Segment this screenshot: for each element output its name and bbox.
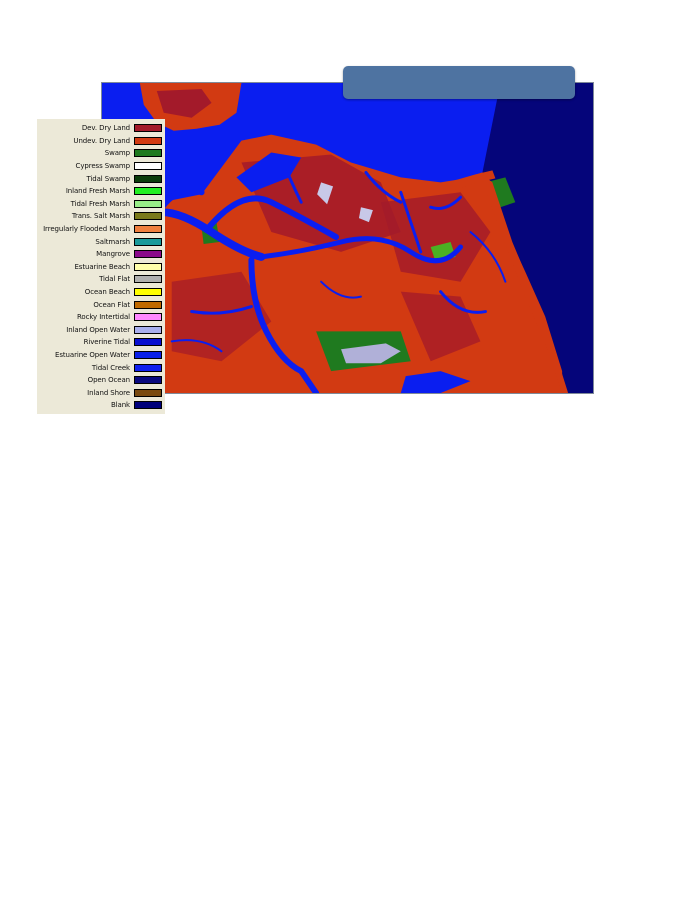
legend-item-label: Irregularly Flooded Marsh xyxy=(43,225,130,234)
legend-item-label: Tidal Fresh Marsh xyxy=(70,199,130,208)
legend-item: Saltmarsh xyxy=(37,235,165,248)
legend-color-swatch xyxy=(134,124,162,133)
legend-item-label: Tidal Swamp xyxy=(86,174,130,183)
legend-item: Ocean Beach xyxy=(37,286,165,299)
legend-color-swatch xyxy=(134,401,162,410)
legend-color-swatch xyxy=(134,325,162,334)
legend-item-label: Riverine Tidal xyxy=(83,338,130,347)
legend-item: Tidal Flat xyxy=(37,273,165,286)
legend-item-label: Inland Open Water xyxy=(66,325,130,334)
legend-item-label: Mangrove xyxy=(96,250,130,259)
legend-item-label: Estuarine Open Water xyxy=(55,350,130,359)
legend-item: Blank xyxy=(37,399,165,412)
legend-item: Inland Shore xyxy=(37,386,165,399)
legend-item-label: Cypress Swamp xyxy=(75,162,131,171)
legend-item-label: Ocean Flat xyxy=(93,300,130,309)
legend-item-label: Saltmarsh xyxy=(95,237,130,246)
legend-color-swatch xyxy=(134,338,162,347)
title-banner xyxy=(343,66,575,99)
legend-color-swatch xyxy=(134,376,162,385)
legend-item-label: Undev. Dry Land xyxy=(73,136,130,145)
legend-item: Cypress Swamp xyxy=(37,160,165,173)
legend-item: Tidal Fresh Marsh xyxy=(37,198,165,211)
legend-color-swatch xyxy=(134,136,162,145)
land-cover-map xyxy=(101,82,594,394)
legend-item: Dev. Dry Land xyxy=(37,122,165,135)
legend-item-label: Inland Shore xyxy=(87,388,130,397)
legend-item-label: Blank xyxy=(110,401,130,410)
legend-color-swatch xyxy=(134,288,162,297)
legend-item: Ocean Flat xyxy=(37,298,165,311)
map-legend: Dev. Dry Land Undev. Dry Land Swamp Cypress… xyxy=(37,119,165,414)
legend-item: Tidal Creek xyxy=(37,361,165,374)
legend-item: Riverine Tidal xyxy=(37,336,165,349)
legend-item-label: Ocean Beach xyxy=(84,288,130,297)
legend-color-swatch xyxy=(134,275,162,284)
legend-item: Undev. Dry Land xyxy=(37,135,165,148)
legend-color-swatch xyxy=(134,388,162,397)
legend-item: Estuarine Beach xyxy=(37,261,165,274)
legend-item-label: Swamp xyxy=(104,149,130,158)
legend-item-label: Rocky Intertidal xyxy=(76,313,130,322)
legend-color-swatch xyxy=(134,212,162,221)
legend-item-label: Trans. Salt Marsh xyxy=(71,212,130,221)
legend-item: Trans. Salt Marsh xyxy=(37,210,165,223)
legend-item: Swamp xyxy=(37,147,165,160)
legend-color-swatch xyxy=(134,149,162,158)
legend-item-label: Tidal Creek xyxy=(91,363,130,372)
legend-item: Estuarine Open Water xyxy=(37,349,165,362)
legend-item-label: Open Ocean xyxy=(87,376,130,385)
legend-item: Tidal Swamp xyxy=(37,172,165,185)
legend-item-label: Dev. Dry Land xyxy=(81,124,130,133)
legend-color-swatch xyxy=(134,199,162,208)
legend-color-swatch xyxy=(134,237,162,246)
legend-color-swatch xyxy=(134,350,162,359)
legend-color-swatch xyxy=(134,262,162,271)
legend-color-swatch xyxy=(134,300,162,309)
legend-item: Irregularly Flooded Marsh xyxy=(37,223,165,236)
legend-item-label: Tidal Flat xyxy=(99,275,130,284)
legend-item: Rocky Intertidal xyxy=(37,311,165,324)
legend-item: Inland Open Water xyxy=(37,324,165,337)
legend-color-swatch xyxy=(134,174,162,183)
legend-color-swatch xyxy=(134,225,162,234)
legend-item-label: Estuarine Beach xyxy=(74,262,130,271)
legend-item: Open Ocean xyxy=(37,374,165,387)
legend-color-swatch xyxy=(134,187,162,196)
legend-item: Inland Fresh Marsh xyxy=(37,185,165,198)
legend-item: Mangrove xyxy=(37,248,165,261)
legend-color-swatch xyxy=(134,250,162,259)
legend-color-swatch xyxy=(134,313,162,322)
map-graphic xyxy=(102,83,593,393)
legend-item-label: Inland Fresh Marsh xyxy=(65,187,130,196)
legend-color-swatch xyxy=(134,363,162,372)
legend-color-swatch xyxy=(134,162,162,171)
